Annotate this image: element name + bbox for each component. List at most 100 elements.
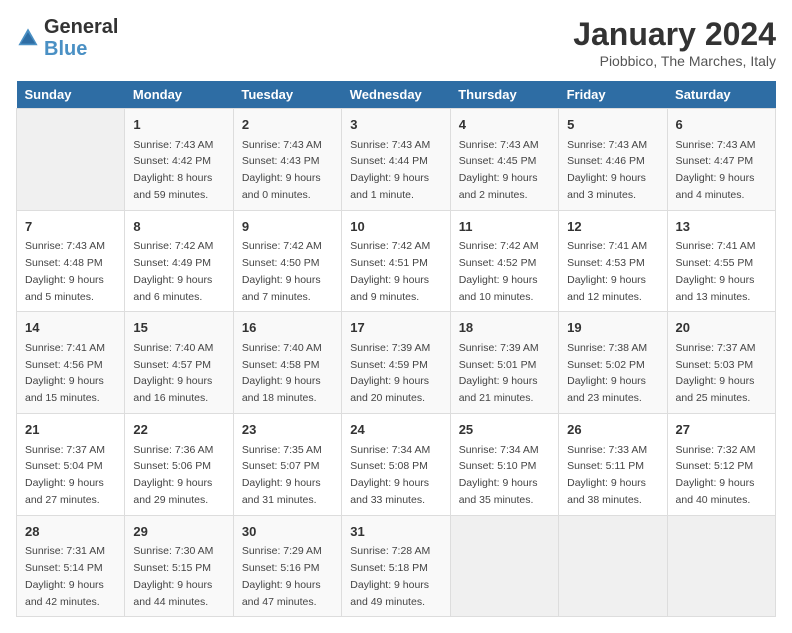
calendar-cell: 29Sunrise: 7:30 AMSunset: 5:15 PMDayligh… xyxy=(125,515,233,617)
day-number: 1 xyxy=(133,115,224,135)
day-info: Sunrise: 7:41 AMSunset: 4:55 PMDaylight:… xyxy=(676,238,767,305)
calendar-cell: 5Sunrise: 7:43 AMSunset: 4:46 PMDaylight… xyxy=(559,109,667,211)
day-number: 24 xyxy=(350,420,441,440)
location: Piobbico, The Marches, Italy xyxy=(573,53,776,69)
calendar-cell: 8Sunrise: 7:42 AMSunset: 4:49 PMDaylight… xyxy=(125,210,233,312)
day-number: 14 xyxy=(25,318,116,338)
calendar-cell xyxy=(559,515,667,617)
day-info: Sunrise: 7:34 AMSunset: 5:10 PMDaylight:… xyxy=(459,442,550,509)
day-number: 4 xyxy=(459,115,550,135)
day-number: 19 xyxy=(567,318,658,338)
day-info: Sunrise: 7:37 AMSunset: 5:03 PMDaylight:… xyxy=(676,340,767,407)
calendar-cell: 18Sunrise: 7:39 AMSunset: 5:01 PMDayligh… xyxy=(450,312,558,414)
calendar-cell xyxy=(667,515,775,617)
calendar-table: SundayMondayTuesdayWednesdayThursdayFrid… xyxy=(16,81,776,617)
calendar-week-row: 14Sunrise: 7:41 AMSunset: 4:56 PMDayligh… xyxy=(17,312,776,414)
calendar-cell: 13Sunrise: 7:41 AMSunset: 4:55 PMDayligh… xyxy=(667,210,775,312)
calendar-week-row: 21Sunrise: 7:37 AMSunset: 5:04 PMDayligh… xyxy=(17,414,776,516)
calendar-cell xyxy=(17,109,125,211)
day-number: 3 xyxy=(350,115,441,135)
day-info: Sunrise: 7:39 AMSunset: 5:01 PMDaylight:… xyxy=(459,340,550,407)
day-number: 17 xyxy=(350,318,441,338)
day-number: 22 xyxy=(133,420,224,440)
calendar-cell: 25Sunrise: 7:34 AMSunset: 5:10 PMDayligh… xyxy=(450,414,558,516)
day-info: Sunrise: 7:32 AMSunset: 5:12 PMDaylight:… xyxy=(676,442,767,509)
calendar-cell: 24Sunrise: 7:34 AMSunset: 5:08 PMDayligh… xyxy=(342,414,450,516)
calendar-cell: 27Sunrise: 7:32 AMSunset: 5:12 PMDayligh… xyxy=(667,414,775,516)
logo-icon xyxy=(16,26,40,50)
day-number: 20 xyxy=(676,318,767,338)
weekday-header-wednesday: Wednesday xyxy=(342,81,450,109)
day-info: Sunrise: 7:36 AMSunset: 5:06 PMDaylight:… xyxy=(133,442,224,509)
day-number: 18 xyxy=(459,318,550,338)
calendar-cell: 12Sunrise: 7:41 AMSunset: 4:53 PMDayligh… xyxy=(559,210,667,312)
day-number: 12 xyxy=(567,217,658,237)
calendar-cell: 20Sunrise: 7:37 AMSunset: 5:03 PMDayligh… xyxy=(667,312,775,414)
calendar-cell: 11Sunrise: 7:42 AMSunset: 4:52 PMDayligh… xyxy=(450,210,558,312)
day-number: 10 xyxy=(350,217,441,237)
day-info: Sunrise: 7:41 AMSunset: 4:53 PMDaylight:… xyxy=(567,238,658,305)
day-number: 11 xyxy=(459,217,550,237)
day-info: Sunrise: 7:29 AMSunset: 5:16 PMDaylight:… xyxy=(242,543,333,610)
day-number: 28 xyxy=(25,522,116,542)
day-number: 31 xyxy=(350,522,441,542)
day-info: Sunrise: 7:39 AMSunset: 4:59 PMDaylight:… xyxy=(350,340,441,407)
logo: General Blue xyxy=(16,16,118,60)
day-info: Sunrise: 7:33 AMSunset: 5:11 PMDaylight:… xyxy=(567,442,658,509)
day-number: 5 xyxy=(567,115,658,135)
calendar-cell: 9Sunrise: 7:42 AMSunset: 4:50 PMDaylight… xyxy=(233,210,341,312)
calendar-cell: 6Sunrise: 7:43 AMSunset: 4:47 PMDaylight… xyxy=(667,109,775,211)
calendar-cell: 10Sunrise: 7:42 AMSunset: 4:51 PMDayligh… xyxy=(342,210,450,312)
weekday-header-saturday: Saturday xyxy=(667,81,775,109)
month-year: January 2024 xyxy=(573,16,776,53)
calendar-cell: 15Sunrise: 7:40 AMSunset: 4:57 PMDayligh… xyxy=(125,312,233,414)
calendar-cell: 1Sunrise: 7:43 AMSunset: 4:42 PMDaylight… xyxy=(125,109,233,211)
calendar-week-row: 7Sunrise: 7:43 AMSunset: 4:48 PMDaylight… xyxy=(17,210,776,312)
day-info: Sunrise: 7:35 AMSunset: 5:07 PMDaylight:… xyxy=(242,442,333,509)
day-number: 13 xyxy=(676,217,767,237)
calendar-cell: 22Sunrise: 7:36 AMSunset: 5:06 PMDayligh… xyxy=(125,414,233,516)
weekday-header-thursday: Thursday xyxy=(450,81,558,109)
day-number: 26 xyxy=(567,420,658,440)
calendar-week-row: 28Sunrise: 7:31 AMSunset: 5:14 PMDayligh… xyxy=(17,515,776,617)
calendar-cell: 14Sunrise: 7:41 AMSunset: 4:56 PMDayligh… xyxy=(17,312,125,414)
day-info: Sunrise: 7:43 AMSunset: 4:43 PMDaylight:… xyxy=(242,137,333,204)
day-info: Sunrise: 7:43 AMSunset: 4:42 PMDaylight:… xyxy=(133,137,224,204)
calendar-cell: 17Sunrise: 7:39 AMSunset: 4:59 PMDayligh… xyxy=(342,312,450,414)
day-info: Sunrise: 7:40 AMSunset: 4:58 PMDaylight:… xyxy=(242,340,333,407)
day-number: 16 xyxy=(242,318,333,338)
calendar-cell: 23Sunrise: 7:35 AMSunset: 5:07 PMDayligh… xyxy=(233,414,341,516)
weekday-header-row: SundayMondayTuesdayWednesdayThursdayFrid… xyxy=(17,81,776,109)
day-number: 27 xyxy=(676,420,767,440)
calendar-cell: 31Sunrise: 7:28 AMSunset: 5:18 PMDayligh… xyxy=(342,515,450,617)
day-info: Sunrise: 7:43 AMSunset: 4:46 PMDaylight:… xyxy=(567,137,658,204)
day-number: 29 xyxy=(133,522,224,542)
day-info: Sunrise: 7:42 AMSunset: 4:50 PMDaylight:… xyxy=(242,238,333,305)
header: General Blue January 2024 Piobbico, The … xyxy=(16,16,776,69)
title-section: January 2024 Piobbico, The Marches, Ital… xyxy=(573,16,776,69)
day-number: 21 xyxy=(25,420,116,440)
calendar-cell: 4Sunrise: 7:43 AMSunset: 4:45 PMDaylight… xyxy=(450,109,558,211)
day-info: Sunrise: 7:43 AMSunset: 4:48 PMDaylight:… xyxy=(25,238,116,305)
day-info: Sunrise: 7:43 AMSunset: 4:44 PMDaylight:… xyxy=(350,137,441,204)
day-info: Sunrise: 7:37 AMSunset: 5:04 PMDaylight:… xyxy=(25,442,116,509)
calendar-week-row: 1Sunrise: 7:43 AMSunset: 4:42 PMDaylight… xyxy=(17,109,776,211)
weekday-header-monday: Monday xyxy=(125,81,233,109)
day-number: 23 xyxy=(242,420,333,440)
day-info: Sunrise: 7:43 AMSunset: 4:47 PMDaylight:… xyxy=(676,137,767,204)
day-number: 8 xyxy=(133,217,224,237)
day-info: Sunrise: 7:41 AMSunset: 4:56 PMDaylight:… xyxy=(25,340,116,407)
day-info: Sunrise: 7:31 AMSunset: 5:14 PMDaylight:… xyxy=(25,543,116,610)
day-number: 9 xyxy=(242,217,333,237)
day-number: 2 xyxy=(242,115,333,135)
day-info: Sunrise: 7:42 AMSunset: 4:51 PMDaylight:… xyxy=(350,238,441,305)
calendar-cell: 26Sunrise: 7:33 AMSunset: 5:11 PMDayligh… xyxy=(559,414,667,516)
day-info: Sunrise: 7:40 AMSunset: 4:57 PMDaylight:… xyxy=(133,340,224,407)
day-info: Sunrise: 7:43 AMSunset: 4:45 PMDaylight:… xyxy=(459,137,550,204)
calendar-cell: 3Sunrise: 7:43 AMSunset: 4:44 PMDaylight… xyxy=(342,109,450,211)
weekday-header-friday: Friday xyxy=(559,81,667,109)
day-number: 25 xyxy=(459,420,550,440)
day-info: Sunrise: 7:42 AMSunset: 4:49 PMDaylight:… xyxy=(133,238,224,305)
day-info: Sunrise: 7:30 AMSunset: 5:15 PMDaylight:… xyxy=(133,543,224,610)
calendar-cell: 30Sunrise: 7:29 AMSunset: 5:16 PMDayligh… xyxy=(233,515,341,617)
